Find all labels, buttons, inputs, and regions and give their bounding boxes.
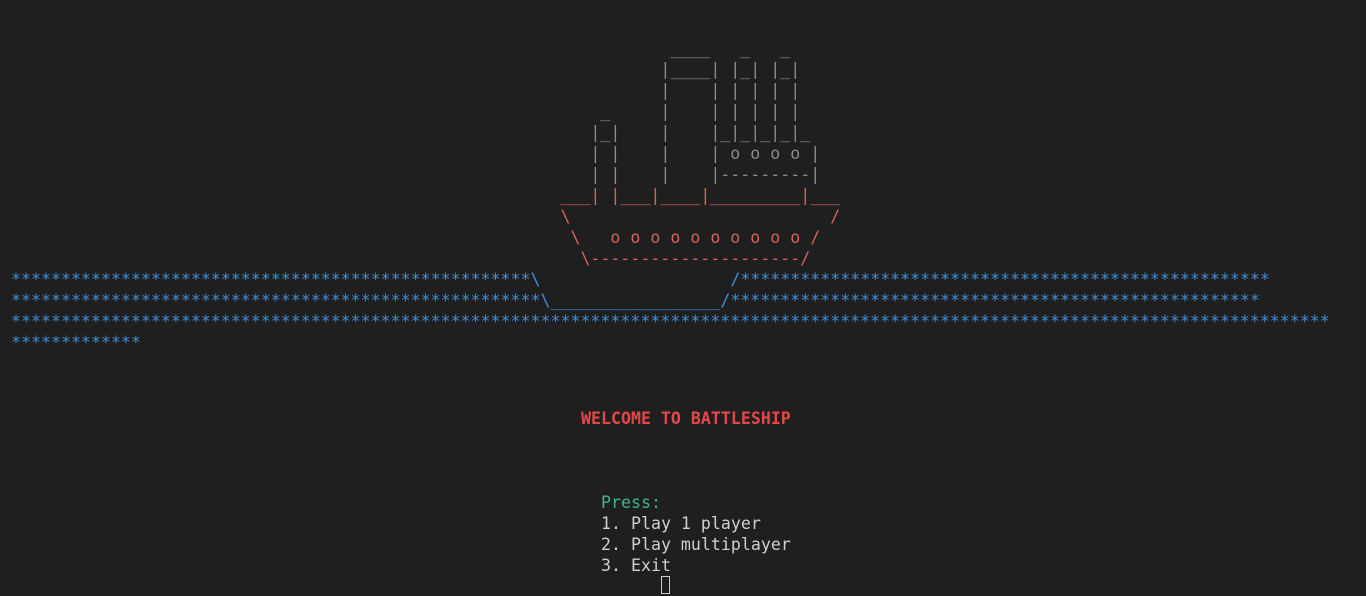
sea-line: ****************************************… <box>11 269 1270 290</box>
sea-right: ****************************************… <box>740 270 1270 289</box>
ship-line: ____ _ _ <box>11 39 791 58</box>
ship-hull-line: \ o o o o o o o o o o / <box>11 228 821 247</box>
ship-hull-line: \---------------------/ <box>11 249 811 268</box>
terminal-window: ____ _ _ |____| |_| |_| | | | | | | _ | … <box>0 0 1366 596</box>
hull-keel: \_________________/ <box>540 291 731 310</box>
welcome-title: WELCOME TO BATTLESHIP <box>581 409 791 428</box>
ship-line: | | | | | | <box>11 81 801 100</box>
menu-option-1-player[interactable]: 1. Play 1 player <box>601 513 761 534</box>
text-cursor[interactable] <box>661 576 670 594</box>
ship-line: _ | | | | | | <box>11 102 801 121</box>
ship-line: |____| |_| |_| <box>11 60 801 79</box>
sea-line: ****************************************… <box>11 312 1330 331</box>
ship-deck-line: ___| |___|____|_________|___ <box>11 186 841 205</box>
ship-line: |_| | |_|_|_|_|_ <box>11 123 811 142</box>
hull-bottom-right: / <box>730 270 741 289</box>
sea-left: ****************************************… <box>11 270 531 289</box>
hull-bottom-left: \ <box>530 270 541 289</box>
menu-option-multiplayer[interactable]: 2. Play multiplayer <box>601 534 791 555</box>
sea-left: ****************************************… <box>11 291 541 310</box>
ship-line: | | | |---------| <box>11 165 821 184</box>
ship-hull-line: \ / <box>11 207 841 226</box>
hull-gap <box>541 270 731 289</box>
menu-option-exit[interactable]: 3. Exit <box>601 555 671 576</box>
sea-right: ****************************************… <box>730 291 1260 310</box>
sea-line: ****************************************… <box>11 290 1260 311</box>
sea-line: ************* <box>11 333 141 352</box>
ship-line: | | | | o o o o | <box>11 144 821 163</box>
menu-prompt: Press: <box>601 493 661 512</box>
